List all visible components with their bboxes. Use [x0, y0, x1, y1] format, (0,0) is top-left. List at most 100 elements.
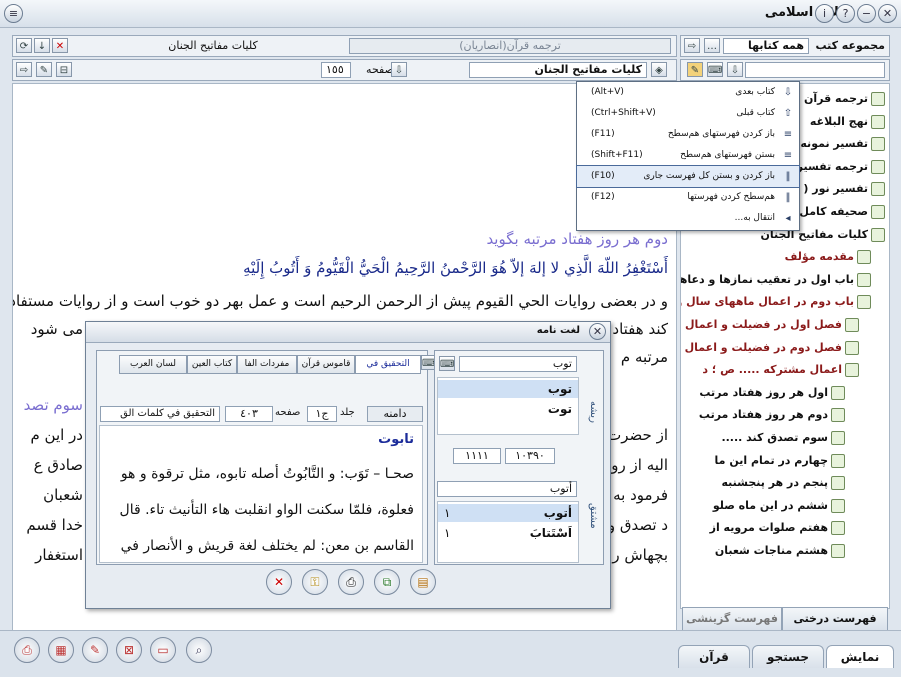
table-row[interactable]: أتوب ١ [438, 504, 578, 522]
tree-item[interactable]: ترجمه قرآن [804, 90, 885, 108]
reader-fragment: سوم تصد [23, 396, 83, 414]
dictionary-tab[interactable]: لسان العرب [119, 355, 187, 374]
list-item[interactable]: توت [438, 400, 578, 418]
layout-icon[interactable]: ▭ [150, 637, 176, 663]
book-icon [871, 114, 885, 129]
translation-tab[interactable]: ترجمه قرآن(انصاریان) [349, 38, 671, 54]
tree-item[interactable]: تفسیر نمونه [800, 135, 885, 153]
tree-item[interactable]: مقدمه مؤلف [785, 248, 871, 266]
help-icon[interactable]: ? [836, 4, 855, 23]
book-icon [845, 340, 859, 355]
dictionary-tab[interactable]: التحقيق في [355, 355, 421, 374]
menu-icon[interactable]: ≡ [4, 4, 23, 23]
close-icon[interactable]: ✕ [878, 4, 897, 23]
reader-fragment: در این م [30, 426, 83, 444]
arrow-left-icon: ◂ [785, 213, 791, 224]
tree-item[interactable]: باب اول در تعقیب نمازها و دعاهای [681, 271, 871, 289]
minimize-icon[interactable]: − [857, 4, 876, 23]
tree-item[interactable]: چهارم در تمام این ما [715, 452, 845, 470]
reader-line: بچهاش را [608, 546, 668, 564]
print-icon[interactable]: ⎙ [14, 637, 40, 663]
tab-search[interactable]: جستجو [752, 645, 824, 668]
dict-page-label: صفحه [275, 407, 301, 418]
tree-item[interactable]: ششم در این ماه صلو [713, 497, 845, 515]
dictionary-tab[interactable]: کتاب العين [187, 355, 237, 374]
dictionary-tab[interactable]: مفردات الفا [237, 355, 297, 374]
reader-line: فرمود به [613, 486, 668, 504]
page-input[interactable]: ١٥٥ [321, 62, 351, 78]
note-icon[interactable]: ✎ [82, 637, 108, 663]
tree-item[interactable]: دوم هر روز هفتاد مرتب [699, 406, 845, 424]
down-arrow-icon[interactable]: ↓ [34, 38, 50, 53]
keyboard-icon[interactable]: ⌨ [707, 62, 723, 77]
tree-item[interactable]: فصل اول در فضیلت و اعمال [685, 316, 859, 334]
count-cell: ١ [444, 526, 451, 540]
word-search-input[interactable]: أتوب [437, 481, 577, 497]
dialog-close-icon[interactable]: ✕ [589, 323, 606, 340]
count-cell: ١ [444, 506, 451, 520]
menu-item[interactable]: ◂ انتقال به... [577, 208, 799, 229]
tree-item[interactable]: صحیفه کامل [799, 203, 885, 221]
bookmark-icon[interactable]: ▦ [48, 637, 74, 663]
tree-item[interactable]: پنجم در هر پنجشنبه [721, 474, 845, 492]
volume-value[interactable]: ج١ [307, 406, 337, 422]
tab-display[interactable]: نمایش [826, 645, 894, 668]
tree-item[interactable]: اعمال مشترکه ..... ص ؛ د [702, 361, 859, 379]
menu-item-shortcut: (Ctrl+Shift+V) [591, 108, 656, 118]
forward-icon[interactable]: ⇨ [684, 38, 700, 53]
tree-item[interactable]: ترجمه تفسیر [797, 158, 885, 176]
dict-page-value[interactable]: ٤٠٣ [225, 406, 273, 422]
tab-selective-list[interactable]: فهرست گزینشی [682, 607, 782, 630]
compare-icon[interactable]: ⊠ [116, 637, 142, 663]
definition-text: تابوت صحـا – تَوَب: و التَّابُوتُ أصله ت… [99, 425, 423, 563]
dictionary-tab[interactable]: قاموس قرآن [297, 355, 355, 374]
menu-item[interactable]: ‖ هم‌سطح کردن فهرستها (F12) [577, 187, 799, 208]
tree-item[interactable]: تفسیر نور ( [803, 180, 885, 198]
table-row[interactable]: اَسْتَتابَ ١ [438, 524, 578, 542]
tree-item[interactable]: اول هر روز هفتاد مرتب [699, 384, 845, 402]
tree-search-input[interactable] [745, 62, 885, 78]
menu-item-label: بستن فهرستهای هم‌سطح [680, 150, 775, 160]
page-down-icon[interactable]: ⇩ [391, 62, 407, 77]
word-side-label[interactable]: مشتق [581, 481, 599, 551]
location-field[interactable]: کلیات مفاتیح الجنان [469, 62, 647, 78]
tab-tree-list[interactable]: فهرست درختی [782, 607, 888, 630]
close-book-icon[interactable]: ✕ [52, 38, 68, 53]
tree-item[interactable]: هفتم صلوات مرویه از [710, 519, 845, 537]
more-icon[interactable]: … [704, 38, 720, 53]
book-open-icon[interactable]: ▤ [410, 569, 436, 595]
settings-icon[interactable]: ✎ [36, 62, 52, 77]
print-icon[interactable]: ⎙ [338, 569, 364, 595]
list-item[interactable]: توب [438, 380, 578, 398]
root-side-label[interactable]: ريشه [581, 377, 599, 447]
book-icon[interactable]: ◈ [651, 62, 667, 77]
keyboard-icon[interactable]: ⌨ [439, 356, 455, 371]
menu-item[interactable]: ≡ بستن فهرستهای هم‌سطح (Shift+F11) [577, 145, 799, 166]
tree-item[interactable]: باب دوم در اعمال ماههای سال و ف [681, 293, 871, 311]
root-search-input[interactable]: توب [459, 356, 577, 372]
title-bar: ≡ اخلاق اسلامی ✕ − ? i [0, 0, 901, 28]
copy-icon[interactable]: ⧉ [374, 569, 400, 595]
tree-item[interactable]: فصل دوم در فضیلت و اعمال [685, 339, 859, 357]
menu-item[interactable]: ≡ باز کردن فهرستهای هم‌سطح (F11) [577, 124, 799, 145]
tree-item[interactable]: نهج البلاغه [810, 113, 885, 131]
menu-item[interactable]: ⇧ کتاب قبلی (Ctrl+Shift+V) [577, 103, 799, 124]
tree-item[interactable]: سوم تصدق کند ..... [721, 429, 845, 447]
search-icon[interactable]: ⌕ [186, 637, 212, 663]
layout-icon[interactable]: ⊟ [56, 62, 72, 77]
menu-item[interactable]: ‖ باز کردن و بستن کل فهرست جاری (F10) [576, 165, 800, 188]
sync-icon[interactable]: ⟳ [16, 38, 32, 53]
tree-item[interactable]: هشتم مناجات شعبان [715, 542, 845, 560]
close-button[interactable]: ✕ [266, 569, 292, 595]
info-icon[interactable]: i [815, 4, 834, 23]
collection-select[interactable]: همه کتابها [723, 38, 809, 54]
forward-icon[interactable]: ⇨ [16, 62, 32, 77]
key-icon[interactable]: ⚿ [302, 569, 328, 595]
menu-item[interactable]: ⇩ کتاب بعدی (Alt+V) [577, 82, 799, 103]
book-icon [871, 205, 885, 219]
margin-button[interactable]: دامنه [367, 406, 423, 422]
book-icon [831, 431, 845, 445]
tool-icon[interactable]: ✎ [687, 62, 703, 77]
down-arrow-icon[interactable]: ⇩ [727, 62, 743, 77]
tab-quran[interactable]: قرآن [678, 645, 750, 668]
